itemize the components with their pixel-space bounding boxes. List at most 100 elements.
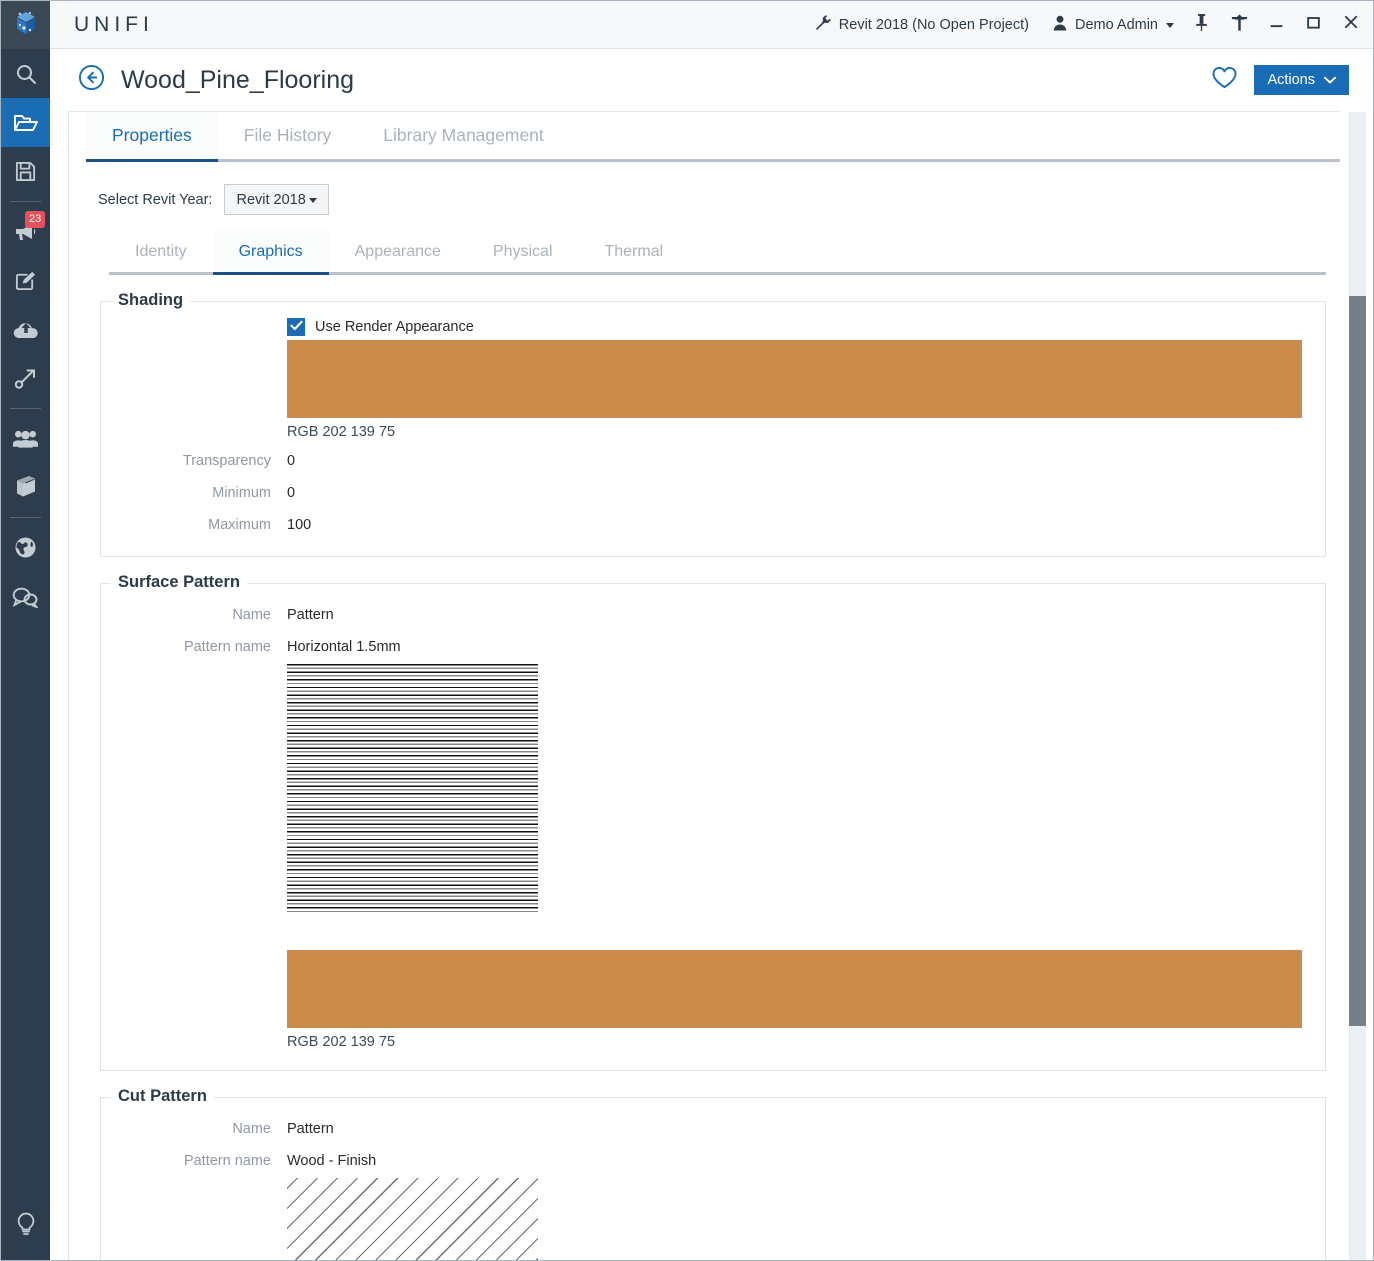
cut-pattern-field-pattern-name: Pattern name Wood - Finish — [101, 1146, 1325, 1176]
sidebar-item-save[interactable] — [1, 147, 50, 196]
cut-pattern-legend: Cut Pattern — [111, 1087, 214, 1106]
pin-icon — [1194, 13, 1209, 37]
sidebar-item-upload[interactable] — [1, 305, 50, 354]
field-value: Wood - Finish — [287, 1153, 377, 1169]
sidebar-item-library[interactable] — [1, 98, 50, 147]
close-icon — [1343, 14, 1359, 35]
field-label: Transparency — [182, 453, 271, 469]
person-icon — [1053, 15, 1067, 35]
top-bar-right: Revit 2018 (No Open Project) Demo Admin — [803, 1, 1373, 49]
use-render-appearance-row: Use Render Appearance — [287, 318, 1325, 336]
tab-thermal-label: Thermal — [604, 242, 664, 260]
field-value: 0 — [287, 453, 296, 469]
shading-section: Shading Use Render Appearance RGB 202 13… — [100, 291, 1326, 557]
maximize-button[interactable] — [1295, 1, 1332, 49]
tab-physical-label: Physical — [492, 242, 553, 260]
plug-icon — [815, 14, 832, 35]
back-button[interactable] — [78, 64, 105, 96]
tab-appearance-label: Appearance — [354, 242, 441, 260]
close-button[interactable] — [1332, 1, 1369, 49]
field-label: Pattern name — [183, 639, 271, 655]
sidebar-item-chat[interactable] — [1, 572, 50, 621]
book-icon — [14, 476, 38, 499]
shading-field-maximum: Maximum 100 — [101, 510, 1325, 540]
tab-file-history[interactable]: File History — [218, 112, 358, 159]
field-value: Pattern — [287, 1121, 334, 1137]
announcements-badge: 23 — [25, 211, 46, 228]
search-icon — [14, 62, 38, 86]
surface-pattern-field-pattern-name: Pattern name Horizontal 1.5mm — [101, 632, 1325, 662]
users-icon — [12, 428, 39, 449]
diagonal-lines-pattern-preview — [287, 1178, 538, 1260]
cut-pattern-section: Cut Pattern Name Pattern Pattern name Wo… — [100, 1087, 1326, 1260]
use-render-appearance-label: Use Render Appearance — [315, 319, 474, 335]
tab-thermal[interactable]: Thermal — [579, 231, 690, 272]
actions-button-label: Actions — [1267, 72, 1315, 88]
check-icon — [289, 318, 303, 336]
actions-button[interactable]: Actions — [1254, 65, 1349, 95]
tab-graphics-label: Graphics — [238, 242, 303, 260]
field-value: Pattern — [287, 607, 334, 623]
tab-properties-label: Properties — [112, 125, 192, 145]
sidebar-item-connect[interactable] — [1, 354, 50, 403]
field-label: Name — [232, 607, 271, 623]
use-render-appearance-checkbox[interactable] — [287, 318, 305, 336]
revit-year-label: Select Revit Year: — [98, 191, 213, 208]
chat-icon — [12, 586, 39, 608]
vertical-scrollbar-track[interactable] — [1349, 112, 1366, 1260]
shading-rgb-label: RGB 202 139 75 — [287, 424, 396, 440]
pin-button[interactable] — [1182, 1, 1220, 49]
field-label: Maximum — [208, 517, 271, 533]
vertical-scrollbar-thumb[interactable] — [1349, 296, 1366, 1026]
field-value: 100 — [287, 517, 312, 533]
surface-pattern-color-swatch[interactable] — [287, 950, 1302, 1028]
main-panel: Properties File History Library Manageme… — [68, 111, 1340, 1260]
globe-icon — [13, 535, 38, 560]
chevron-down-icon — [308, 198, 317, 203]
sidebar-divider — [10, 201, 41, 202]
sidebar-item-announcements[interactable]: 23 — [1, 207, 50, 256]
sidebar-item-search[interactable] — [1, 49, 50, 98]
sidebar-divider — [10, 517, 41, 518]
edit-icon — [14, 269, 37, 292]
field-label: Pattern name — [183, 1153, 271, 1169]
lightbulb-icon — [14, 1211, 38, 1237]
user-name-label: Demo Admin — [1074, 16, 1158, 33]
sidebar-item-book[interactable] — [1, 463, 50, 512]
sidebar-item-users[interactable] — [1, 414, 50, 463]
tab-graphics[interactable]: Graphics — [212, 231, 329, 275]
inner-tabs: Identity Graphics Appearance Physical Th… — [109, 231, 1326, 275]
shading-legend: Shading — [111, 291, 191, 310]
surface-pattern-section: Surface Pattern Name Pattern Pattern nam… — [100, 573, 1326, 1071]
field-value: 0 — [287, 485, 296, 501]
cut-pattern-field-name: Name Pattern — [101, 1114, 1325, 1144]
link-arrow-icon — [13, 366, 38, 391]
minimize-icon — [1269, 15, 1284, 35]
unifi-cube-logo[interactable] — [1, 1, 50, 49]
top-bar: UNIFI Revit 2018 (No Open Project) Demo … — [50, 1, 1373, 49]
revit-year-select[interactable]: Revit 2018 — [224, 184, 329, 215]
outer-tabs: Properties File History Library Manageme… — [86, 112, 1340, 162]
field-value: Horizontal 1.5mm — [287, 639, 401, 655]
surface-pattern-field-name: Name Pattern — [101, 600, 1325, 630]
sidebar-item-edit[interactable] — [1, 256, 50, 305]
favorite-button[interactable] — [1211, 65, 1238, 95]
upload-arrow-icon — [1230, 13, 1249, 37]
shading-color-swatch[interactable] — [287, 340, 1302, 418]
tab-identity[interactable]: Identity — [109, 231, 213, 272]
revit-year-row: Select Revit Year: Revit 2018 — [98, 184, 1340, 215]
tab-properties[interactable]: Properties — [86, 112, 218, 162]
surface-pattern-rgb-label: RGB 202 139 75 — [287, 1034, 396, 1050]
heart-icon — [1211, 65, 1238, 95]
tab-appearance[interactable]: Appearance — [329, 231, 467, 272]
minimize-button[interactable] — [1258, 1, 1295, 49]
sidebar-item-globe[interactable] — [1, 523, 50, 572]
page-header: Wood_Pine_Flooring Actions — [50, 49, 1373, 111]
revit-status[interactable]: Revit 2018 (No Open Project) — [803, 14, 1041, 35]
tab-physical[interactable]: Physical — [467, 231, 579, 272]
user-menu[interactable]: Demo Admin — [1041, 15, 1182, 35]
upload-button[interactable] — [1220, 1, 1258, 49]
brand-title: UNIFI — [74, 12, 154, 36]
sidebar-item-tips[interactable] — [1, 1199, 50, 1248]
tab-library-management[interactable]: Library Management — [357, 112, 570, 159]
